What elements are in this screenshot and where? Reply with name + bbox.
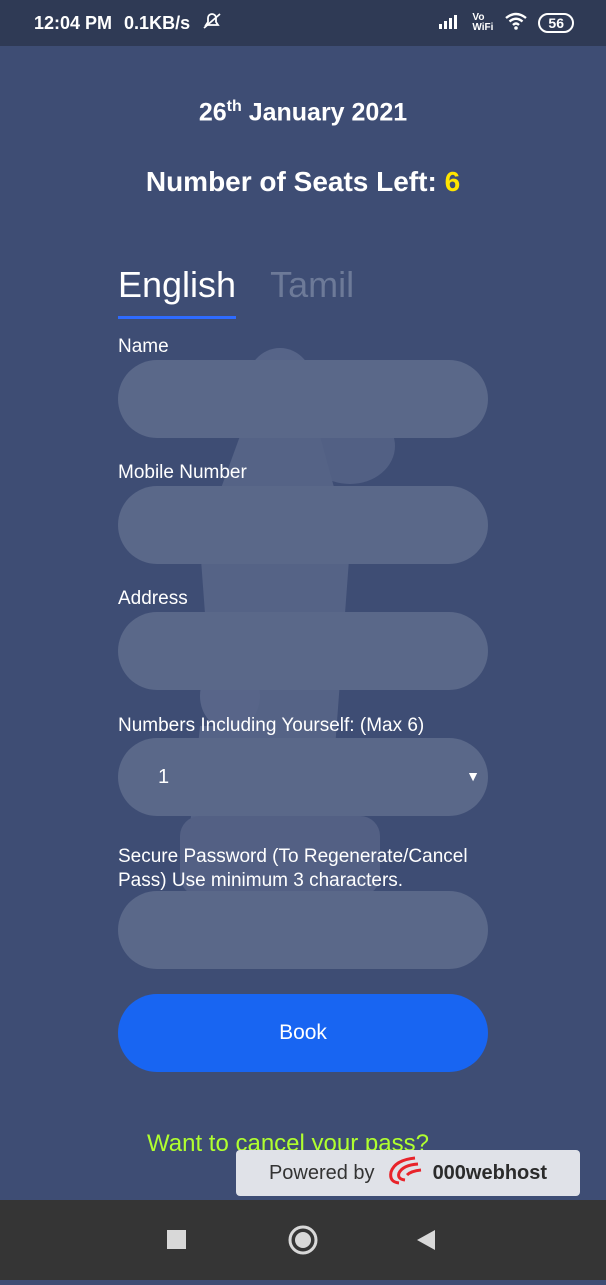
status-time: 12:04 PM — [34, 12, 113, 33]
battery-indicator: 56 — [538, 13, 574, 33]
navigation-bar — [0, 1200, 606, 1280]
powered-by-badge[interactable]: Powered by 000webhost — [236, 1150, 580, 1196]
date-rest: January 2021 — [241, 98, 408, 127]
tab-english[interactable]: English — [118, 264, 237, 319]
password-label: Secure Password (To Regenerate/Cancel Pa… — [118, 846, 468, 891]
address-label: Address — [118, 588, 188, 609]
address-field[interactable] — [118, 612, 488, 690]
numbers-selected-value: 1 — [158, 765, 170, 788]
mobile-number-field[interactable] — [118, 486, 488, 564]
recents-icon[interactable] — [167, 1230, 186, 1249]
date-suffix: th — [226, 98, 242, 115]
status-bar: 12:04 PM 0.1KB/s Vo WiFi 56 — [0, 0, 606, 46]
numbers-label: Numbers Including Yourself: (Max 6) — [118, 715, 425, 736]
seats-left: Number of Seats Left: 6 — [0, 166, 606, 198]
name-label: Name — [118, 336, 169, 357]
event-date: 26th January 2021 — [0, 98, 606, 127]
dropdown-arrow-icon: ▼ — [466, 768, 480, 784]
back-icon[interactable] — [417, 1230, 435, 1250]
home-icon[interactable] — [288, 1225, 318, 1255]
brand-name: 000webhost — [432, 1161, 548, 1184]
powered-by-label: Powered by — [268, 1161, 375, 1184]
vowifi-label: Vo WiFi — [472, 12, 494, 33]
wifi-icon — [504, 12, 528, 35]
date-day: 26 — [198, 98, 227, 127]
booking-page: 26th January 2021 Number of Seats Left: … — [0, 46, 606, 1200]
signal-icon — [438, 13, 462, 34]
language-tabs: English Tamil — [118, 264, 354, 319]
tab-tamil[interactable]: Tamil — [270, 264, 354, 319]
name-field[interactable] — [118, 360, 488, 438]
book-button[interactable]: Book — [118, 994, 488, 1072]
password-field[interactable] — [118, 891, 488, 969]
mobile-label: Mobile Number — [118, 462, 247, 483]
status-speed: 0.1KB/s — [124, 12, 191, 33]
numbers-select[interactable]: 1 ▼ — [118, 738, 488, 816]
mute-icon — [202, 12, 222, 35]
seats-count: 6 — [444, 166, 461, 197]
seats-label: Number of Seats Left: — [145, 166, 445, 197]
webhost-logo-icon — [385, 1154, 423, 1192]
